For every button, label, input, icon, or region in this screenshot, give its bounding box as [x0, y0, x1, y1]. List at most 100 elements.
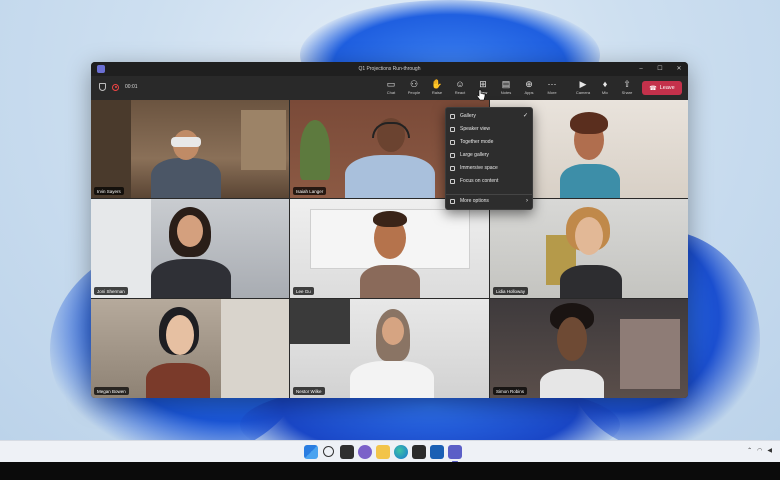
outlook-icon[interactable]	[430, 445, 444, 459]
start-icon[interactable]	[304, 445, 318, 459]
raise-label: Raise	[431, 90, 443, 95]
video-tile[interactable]: Megan Bowen	[91, 299, 289, 398]
leave-button[interactable]: ☎ Leave	[642, 81, 682, 95]
avatar-body	[146, 363, 210, 398]
video-tile[interactable]: Simon Robins	[490, 299, 688, 398]
avatar-head	[575, 217, 603, 255]
people-button[interactable]: ⚇ People	[403, 79, 425, 99]
shield-icon	[99, 83, 106, 91]
participant-name: Nestor Wilke	[293, 387, 325, 395]
menu-item-label: Together mode	[460, 139, 494, 145]
chat-label: Chat	[386, 90, 396, 95]
meeting-status: 00:01	[99, 83, 138, 91]
apps-label: Apps	[524, 90, 534, 95]
minimize-button[interactable]: –	[636, 64, 646, 74]
menu-item-together-mode[interactable]: Together mode	[446, 136, 534, 148]
checkmark-icon: ✓	[522, 113, 528, 119]
notes-icon: ▤	[501, 79, 511, 89]
avatar-hair	[373, 211, 407, 227]
avatar-head	[557, 317, 587, 361]
react-button[interactable]: ☺ React	[449, 79, 471, 99]
more-button[interactable]: ⋯ More	[541, 79, 563, 99]
camera-icon: ▶	[579, 79, 587, 89]
meeting-title: Q1 Projections Run-through	[358, 66, 421, 72]
phone-hangup-icon: ☎	[649, 85, 657, 92]
chevron-right-icon: ›	[526, 198, 528, 204]
window	[221, 299, 289, 398]
chat-button[interactable]: ▭ Chat	[380, 79, 402, 99]
large-gallery-icon	[450, 152, 455, 158]
person-body	[345, 155, 435, 198]
participant-name: Megan Bowen	[94, 387, 129, 395]
participant-name: Isaiah Langer	[293, 187, 327, 195]
menu-item-label: Focus on content	[460, 178, 499, 184]
title-bar: Q1 Projections Run-through – ☐ ✕	[91, 62, 688, 76]
screen-share	[620, 319, 680, 389]
camera-button[interactable]: ▶ Camera	[572, 79, 594, 99]
menu-item-speaker-view[interactable]: Speaker view	[446, 123, 534, 135]
video-tile[interactable]: Nestor Wilke	[290, 299, 489, 398]
gallery-icon	[450, 113, 455, 119]
mic-label: Mic	[601, 90, 609, 95]
share-button[interactable]: ⇧ Share	[616, 79, 638, 99]
taskbar: ⌃ ◠ ◀	[0, 440, 780, 462]
participant-name: Simon Robins	[493, 387, 528, 395]
search-icon[interactable]	[323, 446, 334, 457]
share-label: Share	[621, 90, 633, 95]
person-body	[350, 361, 434, 398]
menu-item-label: More options	[460, 198, 489, 204]
participant-name: Irvin Sayers	[94, 187, 124, 195]
participant-name: Joni Sherman	[94, 287, 128, 295]
edge-icon[interactable]	[394, 445, 408, 459]
recording-icon	[112, 83, 119, 91]
teams-meeting-window: Q1 Projections Run-through – ☐ ✕ 00:01 ▭…	[91, 62, 688, 398]
meeting-toolbar: 00:01 ▭ Chat ⚇ People ✋ Raise ☺ React ⊞ …	[91, 76, 688, 101]
volume-icon[interactable]: ◀	[767, 447, 772, 454]
participant-name: Lidia Holloway	[493, 287, 529, 295]
close-button[interactable]: ✕	[674, 64, 684, 74]
video-tile[interactable]: Lidia Holloway	[490, 199, 688, 298]
video-tile[interactable]: Irvin Sayers	[91, 100, 289, 198]
person-body	[151, 158, 221, 198]
teams-icon[interactable]	[448, 445, 462, 462]
chevron-up-icon[interactable]: ⌃	[747, 447, 752, 454]
chat-app-icon[interactable]	[358, 445, 372, 459]
menu-item-label: Speaker view	[460, 126, 491, 132]
menu-item-label: Large gallery	[460, 152, 489, 158]
view-menu: Gallery ✓ Speaker view Together mode Lar…	[445, 107, 533, 210]
video-gallery: Irvin Sayers Isaiah Langer Joni Sherman	[91, 100, 688, 398]
taskbar-icons	[304, 445, 462, 462]
vr-headset	[171, 137, 201, 147]
immersive-space-icon	[450, 165, 455, 171]
mic-icon: ♦	[602, 79, 608, 89]
apps-button[interactable]: ⊕ Apps	[518, 79, 540, 99]
menu-item-label: Gallery	[460, 113, 476, 119]
store-icon[interactable]	[412, 445, 426, 459]
wifi-icon[interactable]: ◠	[757, 447, 762, 454]
avatar-body	[540, 369, 604, 398]
task-view-icon[interactable]	[340, 445, 354, 459]
react-label: React	[454, 90, 466, 95]
menu-item-focus-on-content[interactable]: Focus on content	[446, 175, 534, 187]
system-tray: ⌃ ◠ ◀	[747, 447, 772, 454]
video-tile[interactable]: Joni Sherman	[91, 199, 289, 298]
avatar-hair	[570, 112, 608, 134]
window	[91, 199, 151, 298]
notes-button[interactable]: ▤ Notes	[495, 79, 517, 99]
headset	[372, 122, 410, 138]
menu-item-more-options[interactable]: More options ›	[446, 195, 534, 207]
mic-button[interactable]: ♦ Mic	[594, 79, 616, 99]
menu-item-immersive-space[interactable]: Immersive space	[446, 162, 534, 174]
raise-hand-icon: ✋	[431, 79, 443, 89]
menu-item-large-gallery[interactable]: Large gallery	[446, 149, 534, 161]
file-explorer-icon[interactable]	[376, 445, 390, 459]
maximize-button[interactable]: ☐	[655, 64, 665, 74]
video-tile[interactable]: Lee Gu	[290, 199, 489, 298]
hand-cursor-icon	[476, 89, 486, 101]
more-options-icon	[450, 198, 455, 204]
share-icon: ⇧	[623, 79, 631, 89]
notes-label: Notes	[500, 90, 512, 95]
bookshelf	[91, 100, 131, 198]
raise-hand-button[interactable]: ✋ Raise	[426, 79, 448, 99]
menu-item-gallery[interactable]: Gallery ✓	[446, 110, 534, 122]
